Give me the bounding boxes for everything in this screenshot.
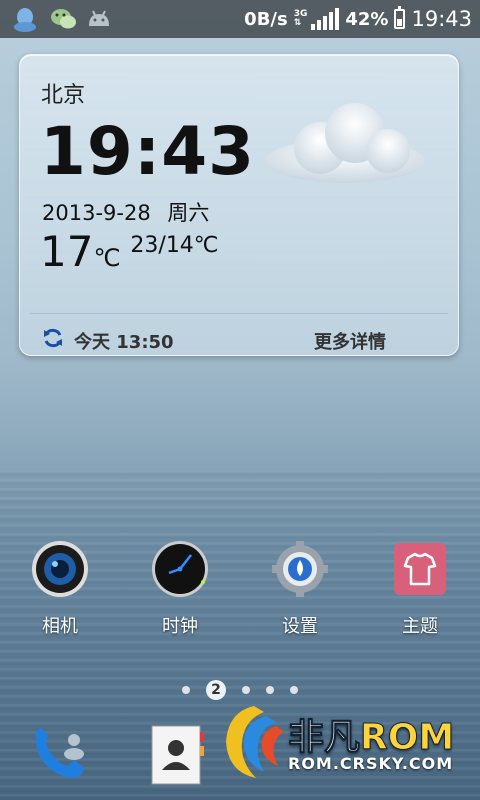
battery-icon xyxy=(394,6,406,29)
watermark: 非凡ROM ROM.CRSKY.COM xyxy=(218,700,468,800)
status-bar[interactable]: 0B/s 3G ⇅ 42% 19:43 xyxy=(0,0,480,38)
watermark-brand-rom: ROM xyxy=(360,717,455,759)
contacts-icon[interactable] xyxy=(150,724,206,786)
page-dot[interactable] xyxy=(182,686,190,694)
widget-clock[interactable]: 19:43 xyxy=(40,119,255,185)
battery-percent: 42% xyxy=(345,8,389,30)
city-label[interactable]: 北京 xyxy=(41,77,85,109)
last-updated: 今天 13:50 xyxy=(74,332,174,353)
app-camera[interactable]: 相机 xyxy=(15,540,105,638)
page-dot[interactable] xyxy=(290,686,298,694)
watermark-url: ROM.CRSKY.COM xyxy=(288,754,454,773)
app-settings[interactable]: 设置 xyxy=(255,540,345,638)
camera-icon xyxy=(32,541,88,597)
more-details-link[interactable]: 更多详情 xyxy=(314,328,386,354)
app-theme[interactable]: 主题 xyxy=(375,540,465,638)
weekday-label: 周六 xyxy=(167,201,210,225)
page-indicator[interactable]: 2 xyxy=(0,680,480,700)
current-temperature: 17 xyxy=(40,227,94,276)
temperature-unit: ℃ xyxy=(93,244,121,272)
theme-icon xyxy=(394,543,446,595)
temperature-group: 17 ℃ 23/14℃ xyxy=(40,231,219,273)
page-dot[interactable] xyxy=(242,686,250,694)
wechat-icon xyxy=(51,9,76,29)
watermark-logo-icon xyxy=(226,706,284,778)
settings-icon xyxy=(272,541,328,597)
qq-icon xyxy=(14,8,36,32)
refresh-icon[interactable] xyxy=(42,327,64,349)
temperature-range: 23/14℃ xyxy=(130,233,219,258)
net-speed: 0B/s xyxy=(244,8,288,30)
signal-icon xyxy=(311,8,340,30)
android-icon xyxy=(89,10,109,26)
widget-divider xyxy=(30,313,448,314)
app-label: 设置 xyxy=(282,616,318,637)
watermark-brand-cn: 非凡 xyxy=(287,717,361,759)
watermark-brand: 非凡ROM xyxy=(287,708,455,760)
widget-date: 2013-9-28 周六 xyxy=(42,197,209,227)
clock-icon xyxy=(152,541,208,597)
app-label: 时钟 xyxy=(162,616,198,637)
app-label: 主题 xyxy=(402,616,438,637)
network-type: 3G ⇅ xyxy=(294,10,308,28)
date-label: 2013-9-28 xyxy=(42,201,151,225)
phone-icon[interactable] xyxy=(24,720,94,790)
status-time: 19:43 xyxy=(411,7,472,31)
page-dot-current[interactable]: 2 xyxy=(206,680,226,700)
page-dot[interactable] xyxy=(266,686,274,694)
weather-widget[interactable]: 北京 19:43 2013-9-28 周六 17 ℃ 23/14℃ 今天 13:… xyxy=(19,54,459,356)
cloud-icon xyxy=(265,103,425,183)
app-clock[interactable]: 时钟 xyxy=(135,540,225,638)
network-arrows: ⇅ xyxy=(293,18,302,28)
app-label: 相机 xyxy=(42,616,78,637)
